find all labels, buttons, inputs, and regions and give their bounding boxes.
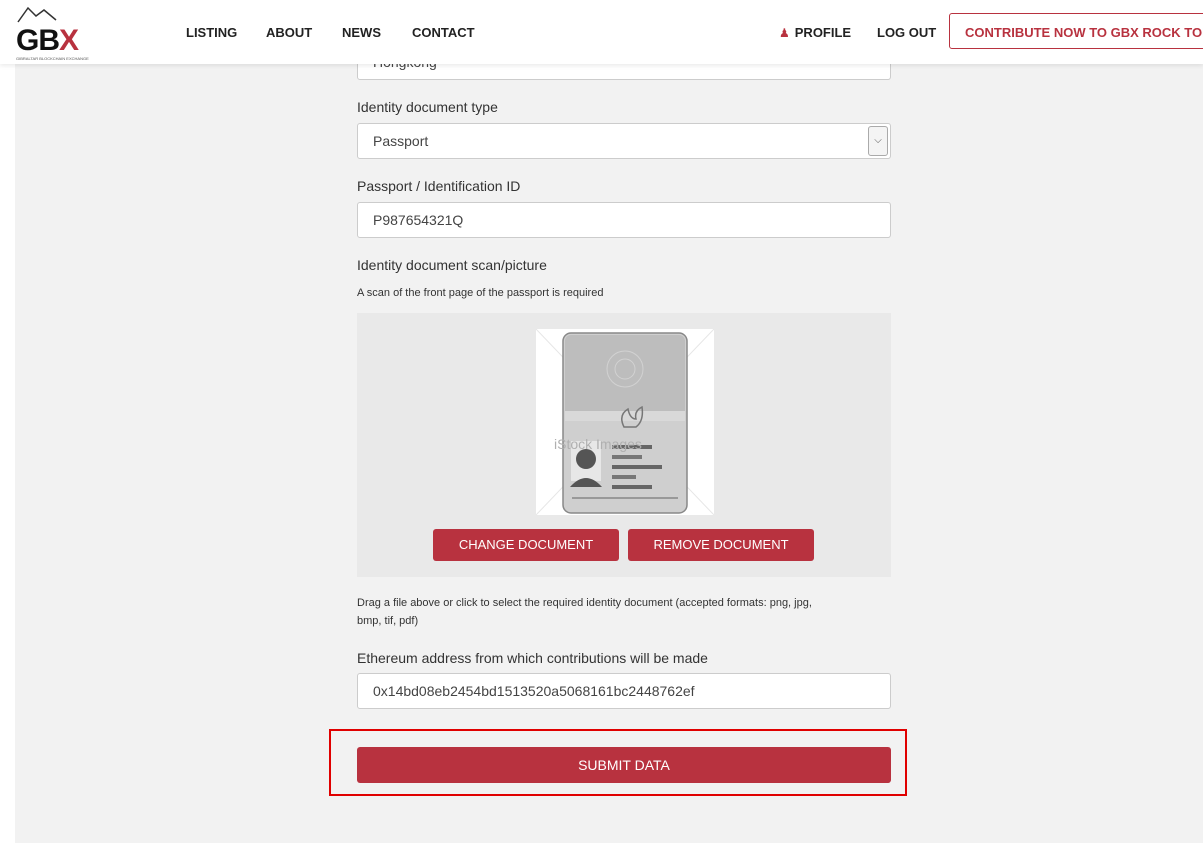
nav-profile[interactable]: ♟ PROFILE xyxy=(779,25,851,40)
nav-contact[interactable]: CONTACT xyxy=(412,25,475,40)
id-label: Passport / Identification ID xyxy=(357,178,521,194)
nav-listing[interactable]: LISTING xyxy=(186,25,237,40)
drag-hint: Drag a file above or click to select the… xyxy=(357,597,812,609)
remove-document-button[interactable]: REMOVE DOCUMENT xyxy=(628,529,814,561)
nav-logout[interactable]: LOG OUT xyxy=(877,25,936,40)
drag-hint-formats: bmp, tif, pdf) xyxy=(357,615,419,627)
user-icon: ♟ xyxy=(779,26,790,40)
logo-text: GBX xyxy=(16,24,79,57)
passport-preview-image: iStock Images xyxy=(536,329,714,515)
watermark-text: iStock Images xyxy=(554,436,642,452)
doc-type-label: Identity document type xyxy=(357,99,498,115)
scan-hint: A scan of the front page of the passport… xyxy=(357,287,604,299)
eth-address-input[interactable]: 0x14bd08eb2454bd1513520a5068161bc2448762… xyxy=(357,673,891,709)
doc-type-value: Passport xyxy=(373,133,429,149)
contribute-button[interactable]: CONTRIBUTE NOW TO GBX ROCK TOKEN xyxy=(949,13,1203,49)
scan-label: Identity document scan/picture xyxy=(357,257,547,273)
gbx-logo[interactable]: GBX GIBRALTAR BLOCKCHAIN EXCHANGE xyxy=(14,6,104,61)
submit-data-button[interactable]: SUBMIT DATA xyxy=(357,747,891,783)
change-document-button[interactable]: CHANGE DOCUMENT xyxy=(433,529,619,561)
passport-id-input[interactable]: P987654321Q xyxy=(357,202,891,238)
eth-label: Ethereum address from which contribution… xyxy=(357,650,708,666)
chevron-down-icon[interactable]: ⌵ xyxy=(868,126,888,156)
profile-label: PROFILE xyxy=(794,25,852,40)
doc-type-select[interactable]: Passport ⌵ xyxy=(357,123,891,159)
passport-id-value: P987654321Q xyxy=(373,212,464,228)
eth-address-value: 0x14bd08eb2454bd1513520a5068161bc2448762… xyxy=(373,683,695,699)
document-dropzone[interactable]: iStock Images CHANGE DOCUMENT REMOVE DOC… xyxy=(357,313,891,577)
logo-tagline: GIBRALTAR BLOCKCHAIN EXCHANGE xyxy=(16,56,89,61)
nav-news[interactable]: NEWS xyxy=(342,25,381,40)
top-header: GBX GIBRALTAR BLOCKCHAIN EXCHANGE LISTIN… xyxy=(0,0,1203,64)
nav-about[interactable]: ABOUT xyxy=(266,25,312,40)
